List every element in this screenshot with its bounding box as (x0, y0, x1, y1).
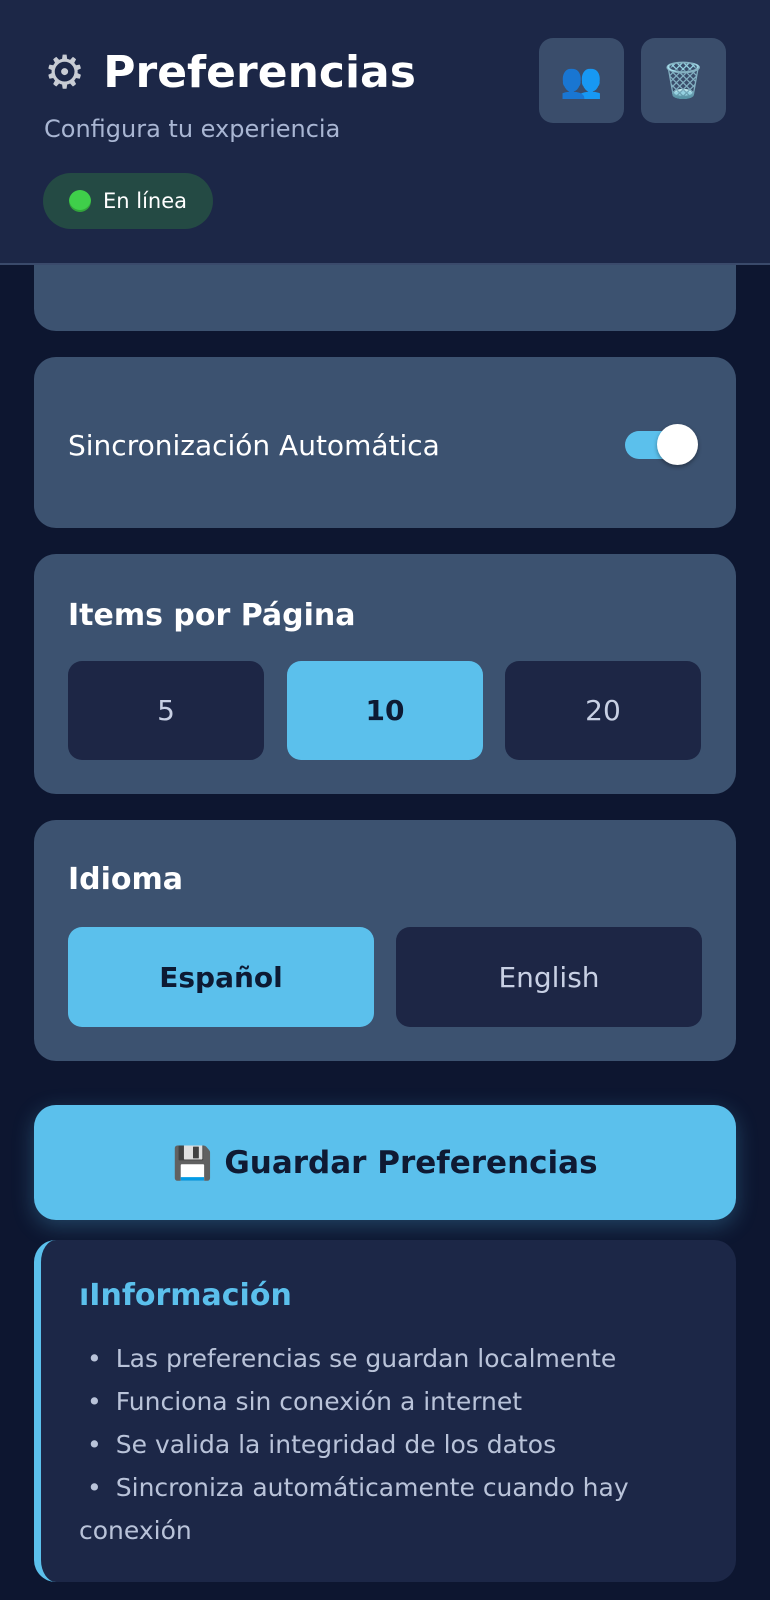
toggle-knob (657, 424, 698, 465)
items-option-5[interactable]: 5 (68, 661, 264, 760)
auto-sync-toggle[interactable] (625, 424, 698, 465)
info-list-item: Sincroniza automáticamente cuando hay co… (79, 1466, 689, 1552)
auto-sync-label: Sincronización Automática (68, 429, 440, 462)
language-title: Idioma (68, 862, 184, 897)
title-row: ⚙ Preferencias (44, 44, 416, 100)
gear-icon: ⚙ (44, 45, 86, 99)
status-badge: En línea (43, 173, 214, 229)
info-title-text: Información (89, 1278, 292, 1313)
info-list-item: Funciona sin conexión a internet (79, 1380, 689, 1423)
online-dot-icon (69, 190, 91, 212)
page-title: Preferencias (103, 46, 416, 98)
save-preferences-label: Guardar Preferencias (224, 1144, 598, 1181)
users-icon: 👥 (560, 60, 603, 101)
info-list: Las preferencias se guardan localmente F… (79, 1337, 689, 1552)
page-subtitle: Configura tu experiencia (44, 115, 341, 143)
info-i-icon: ı (79, 1278, 90, 1313)
status-text: En línea (103, 189, 188, 213)
items-per-page-title: Items por Página (68, 598, 356, 633)
language-option-espanol[interactable]: Español (68, 927, 374, 1027)
trash-icon: 🗑️ (662, 60, 705, 101)
auto-sync-card: Sincronización Automática (34, 357, 736, 528)
floppy-disk-icon: 💾 (172, 1143, 213, 1182)
info-panel: ıInformación Las preferencias se guardan… (34, 1240, 736, 1582)
users-button[interactable]: 👥 (539, 38, 624, 123)
trash-button[interactable]: 🗑️ (641, 38, 726, 123)
language-card: Idioma Español English (34, 820, 736, 1061)
items-option-20[interactable]: 20 (505, 661, 701, 760)
info-title: ıInformación (79, 1278, 292, 1313)
info-list-item: Se valida la integridad de los datos (79, 1423, 689, 1466)
language-option-english[interactable]: English (396, 927, 702, 1027)
header: ⚙ Preferencias Configura tu experiencia … (0, 0, 770, 265)
items-per-page-card: Items por Página 5 10 20 (34, 554, 736, 794)
info-list-item: Las preferencias se guardan localmente (79, 1337, 689, 1380)
save-preferences-button[interactable]: 💾 Guardar Preferencias (34, 1105, 736, 1220)
items-option-10[interactable]: 10 (287, 661, 483, 760)
